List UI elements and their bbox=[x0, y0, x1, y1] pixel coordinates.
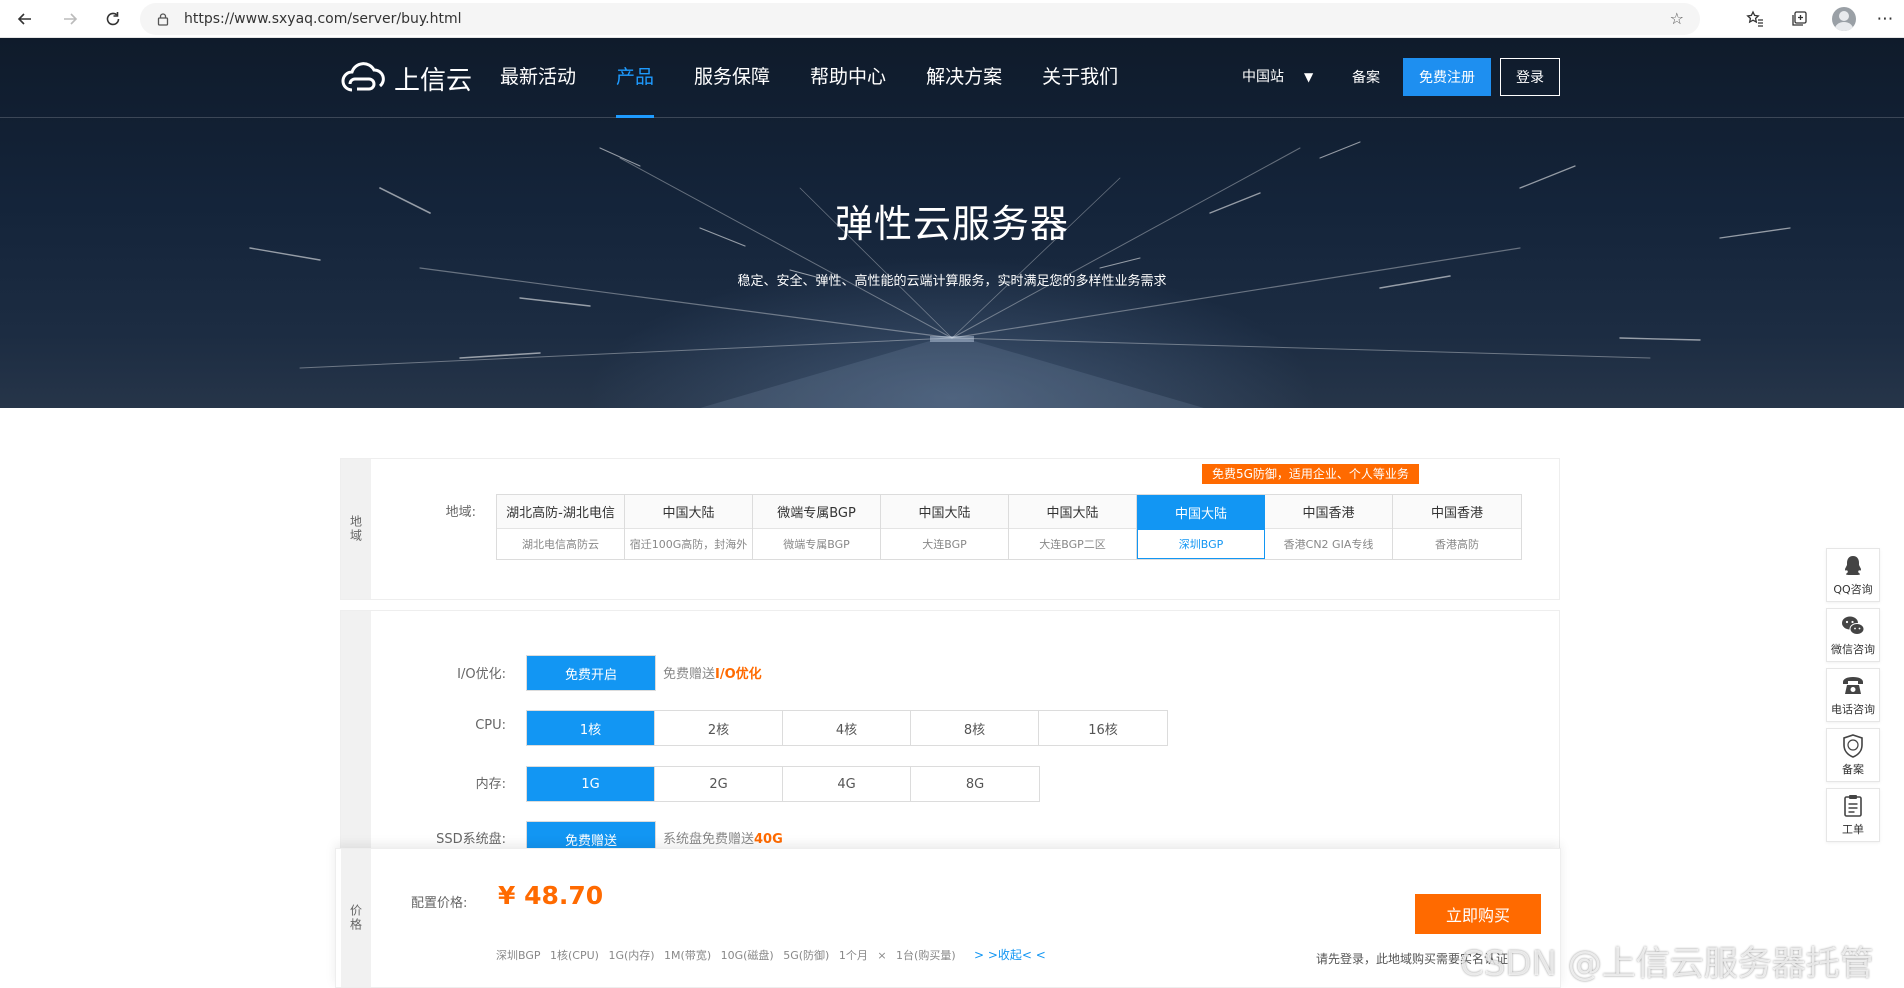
cloud-logo-icon bbox=[341, 62, 385, 92]
register-button[interactable]: 免费注册 bbox=[1403, 58, 1491, 96]
cpu-option-1[interactable]: 1核 bbox=[527, 711, 655, 745]
cpu-option-16[interactable]: 16核 bbox=[1039, 711, 1167, 745]
back-arrow-icon[interactable] bbox=[10, 5, 40, 33]
config-tab bbox=[341, 611, 371, 859]
more-menu-icon[interactable]: ⋯ bbox=[1870, 5, 1900, 33]
region-option[interactable]: 微端专属BGP 微端专属BGP bbox=[753, 495, 881, 559]
memory-label: 内存: bbox=[475, 777, 506, 792]
memory-option-8g[interactable]: 8G bbox=[911, 767, 1039, 801]
url-text[interactable]: https://www.sxyaq.com/server/buy.html bbox=[184, 11, 462, 27]
qq-consult-button[interactable]: QQ咨询 bbox=[1826, 548, 1880, 602]
collapse-link[interactable]: > >收起< < bbox=[974, 946, 1046, 963]
collections-icon[interactable] bbox=[1784, 5, 1814, 33]
site-logo[interactable]: 上信云 bbox=[340, 60, 472, 96]
memory-option-4g[interactable]: 4G bbox=[783, 767, 911, 801]
region-option[interactable]: 中国大陆 大连BGP二区 bbox=[1009, 495, 1137, 559]
buy-now-button[interactable]: 立即购买 bbox=[1415, 894, 1541, 934]
menu-item-solutions[interactable]: 解决方案 bbox=[926, 38, 1002, 118]
region-tab: 地域 bbox=[341, 459, 371, 599]
memory-option-group: 1G 2G 4G 8G bbox=[526, 766, 1040, 802]
main-menu: 最新活动 产品 服务保障 帮助中心 解决方案 关于我们 bbox=[500, 38, 1158, 118]
ssd-note: 系统盘免费赠送40G bbox=[663, 832, 783, 847]
io-enable-button[interactable]: 免费开启 bbox=[527, 656, 655, 690]
cpu-option-2[interactable]: 2核 bbox=[655, 711, 783, 745]
contact-float-bar: QQ咨询 微信咨询 电话咨询 备案 工单 bbox=[1826, 548, 1880, 848]
add-favorite-icon[interactable]: ☆ bbox=[1670, 9, 1684, 28]
cpu-label: CPU: bbox=[475, 718, 506, 733]
cpu-option-4[interactable]: 4核 bbox=[783, 711, 911, 745]
region-panel: 地域 地域: 免费5G防御，适用企业、个人等业务 湖北高防-湖北电信 湖北电信高… bbox=[340, 458, 1560, 600]
page-title: 弹性云服务器 bbox=[834, 202, 1069, 246]
menu-item-activities[interactable]: 最新活动 bbox=[500, 38, 576, 118]
lock-icon bbox=[157, 13, 169, 26]
profile-avatar[interactable] bbox=[1832, 7, 1856, 31]
region-option[interactable]: 中国大陆 大连BGP bbox=[881, 495, 1009, 559]
page-subtitle: 稳定、安全、弹性、高性能的云端计算服务，实时满足您的多样性业务需求 bbox=[737, 274, 1167, 289]
region-promo-badge: 免费5G防御，适用企业、个人等业务 bbox=[1202, 464, 1419, 484]
price-value: ¥ 48.70 bbox=[498, 881, 604, 910]
io-note: 免费赠送I/O优化 bbox=[663, 667, 762, 682]
address-bar[interactable]: https://www.sxyaq.com/server/buy.html ☆ bbox=[140, 3, 1700, 35]
io-option-group: 免费开启 bbox=[526, 655, 656, 691]
csdn-watermark: CSDN @上信云服务器托管 bbox=[1460, 944, 1874, 984]
io-label: I/O优化: bbox=[457, 667, 506, 682]
clipboard-icon bbox=[1844, 795, 1862, 817]
browser-toolbar: https://www.sxyaq.com/server/buy.html ☆ … bbox=[0, 0, 1904, 38]
region-option[interactable]: 湖北高防-湖北电信 湖北电信高防云 bbox=[497, 495, 625, 559]
favorites-icon[interactable] bbox=[1740, 5, 1770, 33]
phone-icon bbox=[1843, 677, 1863, 694]
icp-shield-icon bbox=[1843, 734, 1863, 758]
beian-link[interactable]: 备案 bbox=[1352, 67, 1380, 87]
top-navigation: 上信云 最新活动 产品 服务保障 帮助中心 解决方案 关于我们 中国站 ▼ 备案 … bbox=[0, 38, 1904, 118]
qq-icon bbox=[1845, 556, 1861, 575]
cpu-option-8[interactable]: 8核 bbox=[911, 711, 1039, 745]
phone-consult-button[interactable]: 电话咨询 bbox=[1826, 668, 1880, 722]
menu-item-service[interactable]: 服务保障 bbox=[694, 38, 770, 118]
region-option[interactable]: 中国香港 香港CN2 GIA专线 bbox=[1265, 495, 1393, 559]
menu-item-about[interactable]: 关于我们 bbox=[1042, 38, 1118, 118]
price-label: 配置价格: bbox=[411, 896, 468, 911]
price-tab: 价格 bbox=[341, 849, 371, 987]
menu-item-products[interactable]: 产品 bbox=[616, 38, 655, 118]
region-option[interactable]: 中国大陆 宿迁100G高防，封海外 bbox=[625, 495, 753, 559]
ssd-label: SSD系统盘: bbox=[436, 832, 506, 847]
site-name: 中国站 bbox=[1242, 69, 1284, 85]
wechat-consult-button[interactable]: 微信咨询 bbox=[1826, 608, 1880, 662]
config-panel: I/O优化: 免费开启 免费赠送I/O优化 CPU: 1核 2核 4核 8核 1… bbox=[340, 610, 1560, 860]
price-bar: 价格 配置价格: ¥ 48.70 深圳BGP 1核(CPU) 1G(内存) 1M… bbox=[335, 848, 1561, 988]
menu-item-help[interactable]: 帮助中心 bbox=[810, 38, 886, 118]
region-grid: 湖北高防-湖北电信 湖北电信高防云 中国大陆 宿迁100G高防，封海外 微端专属… bbox=[496, 494, 1522, 560]
login-button[interactable]: 登录 bbox=[1500, 58, 1560, 96]
config-summary: 深圳BGP 1核(CPU) 1G(内存) 1M(带宽) 10G(磁盘) 5G(防… bbox=[496, 949, 956, 962]
ticket-float-button[interactable]: 工单 bbox=[1826, 788, 1880, 842]
forward-arrow-icon[interactable] bbox=[55, 5, 85, 33]
wechat-icon bbox=[1842, 616, 1865, 635]
logo-text: 上信云 bbox=[394, 65, 473, 96]
memory-option-1g[interactable]: 1G bbox=[527, 767, 655, 801]
site-switcher[interactable]: 中国站 ▼ bbox=[1242, 66, 1313, 86]
hero-banner: 上信云 最新活动 产品 服务保障 帮助中心 解决方案 关于我们 中国站 ▼ 备案 … bbox=[0, 38, 1904, 408]
region-option[interactable]: 中国香港 香港高防 bbox=[1393, 495, 1521, 559]
region-option-selected[interactable]: 中国大陆 深圳BGP bbox=[1137, 495, 1265, 559]
reload-icon[interactable] bbox=[98, 5, 128, 33]
memory-option-2g[interactable]: 2G bbox=[655, 767, 783, 801]
beian-float-button[interactable]: 备案 bbox=[1826, 728, 1880, 782]
cpu-option-group: 1核 2核 4核 8核 16核 bbox=[526, 710, 1168, 746]
caret-down-icon: ▼ bbox=[1304, 70, 1314, 84]
region-label: 地域: bbox=[445, 505, 476, 520]
